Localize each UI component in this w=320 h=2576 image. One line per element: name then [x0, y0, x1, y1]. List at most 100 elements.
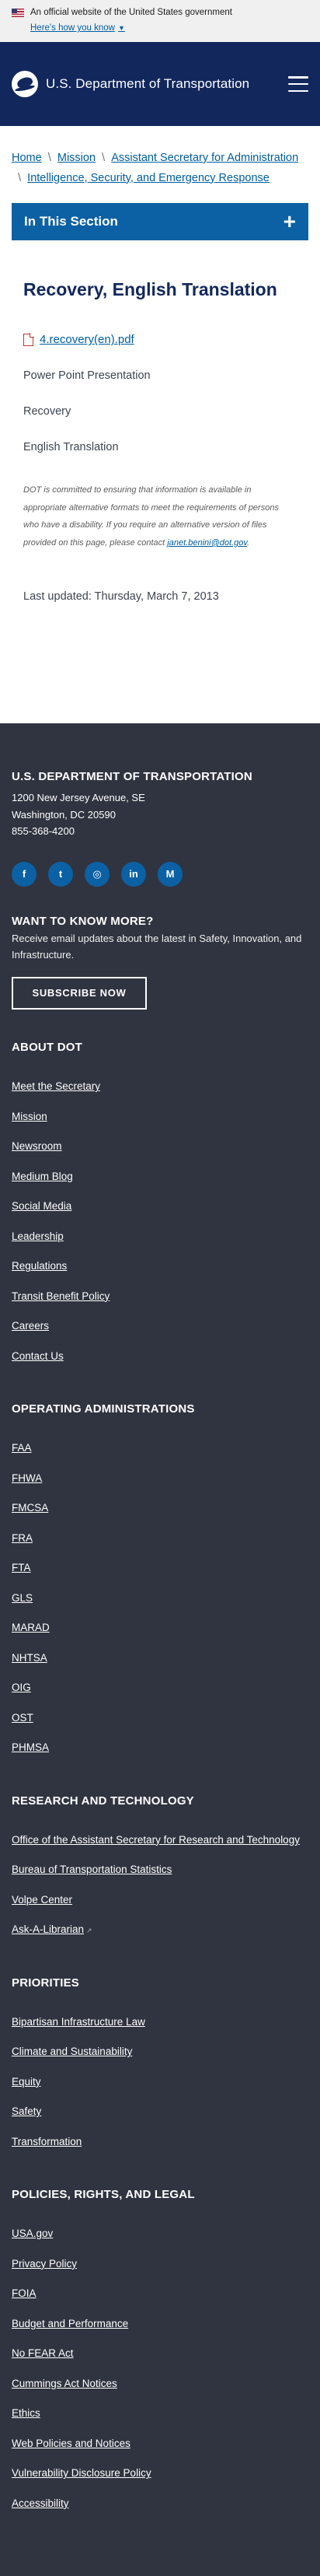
footer-link-item: Volpe Center — [12, 1885, 308, 1916]
footer-link[interactable]: FRA — [12, 1532, 33, 1544]
footer-link[interactable]: Ask-A-Librarian — [12, 1923, 84, 1935]
footer-link-item: Mission — [12, 1102, 308, 1132]
footer-link[interactable]: GLS — [12, 1592, 33, 1604]
footer-link[interactable]: OIG — [12, 1682, 31, 1693]
footer-link[interactable]: Transformation — [12, 2136, 82, 2147]
footer-link-item: Transformation — [12, 2127, 308, 2158]
footer-link-item: FRA — [12, 1524, 308, 1554]
footer-link[interactable]: Bipartisan Infrastructure Law — [12, 2016, 145, 2028]
footer-link-item: FAA — [12, 1433, 308, 1464]
footer-link-item: Transit Benefit Policy — [12, 1282, 308, 1312]
footer-link-item: Contact Us — [12, 1342, 308, 1372]
how-you-know-link[interactable]: Here's how you know ▼ — [30, 23, 125, 33]
footer-link[interactable]: Meet the Secretary — [12, 1080, 100, 1092]
footer-link-item: OST — [12, 1703, 308, 1734]
breadcrumb-mission[interactable]: Mission — [57, 152, 96, 164]
facebook-icon[interactable]: f — [12, 861, 37, 887]
brand[interactable]: U.S. Department of Transportation — [12, 71, 249, 97]
footer-link[interactable]: Climate and Sustainability — [12, 2046, 132, 2057]
breadcrumb: Home \ Mission \ Assistant Secretary for Adm… — [0, 126, 320, 187]
footer-link[interactable]: Newsroom — [12, 1140, 62, 1152]
footer-link-item: OIG — [12, 1673, 308, 1703]
footer-link[interactable]: Budget and Performance — [12, 2318, 128, 2329]
footer-link[interactable]: Privacy Policy — [12, 2258, 77, 2270]
footer-link[interactable]: Accessibility — [12, 2497, 69, 2509]
operating-administrations-section: OPERATING ADMINISTRATIONS FAA FHWA FMCSA… — [12, 1402, 308, 1763]
in-this-section-toggle[interactable]: In This Section + — [12, 203, 308, 241]
footer-link[interactable]: Vulnerability Disclosure Policy — [12, 2467, 151, 2479]
footer-link-item: FMCSA — [12, 1493, 308, 1524]
footer-link[interactable]: Web Policies and Notices — [12, 2438, 130, 2449]
footer-link[interactable]: OST — [12, 1712, 33, 1724]
contact-email-link[interactable]: janet.benini@dot.gov — [167, 538, 247, 548]
priorities-section: PRIORITIES Bipartisan Infrastructure Law… — [12, 1976, 308, 2158]
how-you-know-label: Here's how you know — [30, 23, 115, 33]
footer-link[interactable]: FAA — [12, 1442, 32, 1454]
instagram-icon[interactable]: ◎ — [85, 861, 110, 887]
footer-link[interactable]: Careers — [12, 1320, 49, 1332]
twitter-icon[interactable]: t — [48, 861, 73, 887]
footer-link[interactable]: Bureau of Transportation Statistics — [12, 1864, 172, 1875]
footer-link[interactable]: Transit Benefit Policy — [12, 1290, 110, 1302]
footer-link[interactable]: Equity — [12, 2076, 41, 2088]
footer-link[interactable]: Contact Us — [12, 1350, 64, 1362]
page-title: Recovery, English Translation — [23, 279, 277, 300]
footer-link[interactable]: Social Media — [12, 1200, 71, 1212]
footer-link[interactable]: Regulations — [12, 1260, 67, 1272]
footer-link[interactable]: NHTSA — [12, 1652, 47, 1664]
footer-link[interactable]: USA.gov — [12, 2228, 53, 2239]
footer-link[interactable]: Leadership — [12, 1230, 64, 1242]
footer-link[interactable]: FHWA — [12, 1472, 42, 1484]
research-title: RESEARCH AND TECHNOLOGY — [12, 1794, 194, 1808]
breadcrumb-separator: \ — [18, 170, 22, 184]
medium-icon[interactable]: M — [158, 861, 183, 887]
linkedin-icon[interactable]: in — [121, 861, 146, 887]
footer-link-item: Ethics — [12, 2399, 308, 2429]
gov-banner-text: An official website of the United States… — [30, 8, 232, 17]
pdf-download-link[interactable]: 4.recovery(en).pdf — [40, 333, 134, 346]
footer-link[interactable]: Volpe Center — [12, 1894, 72, 1906]
footer-link[interactable]: Safety — [12, 2105, 41, 2117]
in-this-section-label: In This Section — [24, 214, 118, 229]
priorities-title: PRIORITIES — [12, 1976, 80, 1990]
footer-link-item: MARAD — [12, 1613, 308, 1643]
footer-link-item: FTA — [12, 1553, 308, 1584]
footer-link[interactable]: FTA — [12, 1562, 31, 1573]
footer-link-item: Equity — [12, 2067, 308, 2098]
footer-link[interactable]: FOIA — [12, 2287, 37, 2299]
breadcrumb-intelligence-security[interactable]: Intelligence, Security, and Emergency Re… — [27, 172, 270, 184]
hamburger-line — [288, 82, 308, 86]
footer-link[interactable]: PHMSA — [12, 1741, 49, 1753]
research-technology-section: RESEARCH AND TECHNOLOGY Office of the As… — [12, 1794, 308, 1945]
footer-link[interactable]: Office of the Assistant Secretary for Re… — [12, 1834, 300, 1846]
footer-link[interactable]: Mission — [12, 1111, 47, 1122]
policies-section: POLICIES, RIGHTS, AND LEGAL USA.gov Priv… — [12, 2188, 308, 2518]
category-label: Recovery — [23, 405, 71, 418]
footer-link[interactable]: MARAD — [12, 1622, 50, 1633]
menu-button[interactable] — [288, 76, 308, 92]
breadcrumb-home[interactable]: Home — [12, 152, 42, 164]
footer-link[interactable]: Medium Blog — [12, 1171, 73, 1182]
footer-link[interactable]: Cummings Act Notices — [12, 2378, 117, 2389]
hamburger-line — [288, 89, 308, 92]
subscribe-button[interactable]: SUBSCRIBE NOW — [12, 977, 147, 1010]
footer-link-item: No FEAR Act — [12, 2339, 308, 2369]
breadcrumb-assistant-secretary[interactable]: Assistant Secretary for Administration — [111, 152, 298, 164]
footer-link-item: Cummings Act Notices — [12, 2369, 308, 2399]
footer-address: 1200 New Jersey Avenue, SE Washington, D… — [12, 789, 308, 839]
footer-link[interactable]: Ethics — [12, 2407, 40, 2419]
footer-link-item: NHTSA — [12, 1643, 308, 1674]
footer-link[interactable]: FMCSA — [12, 1502, 48, 1514]
footer-link-item: FHWA — [12, 1464, 308, 1494]
footer-link[interactable]: No FEAR Act — [12, 2347, 74, 2359]
newsletter-block: WANT TO KNOW MORE? Receive email updates… — [12, 915, 308, 1010]
footer-link-item: Ask-A-Librarian ↗ — [12, 1915, 308, 1945]
footer-link-item: Regulations — [12, 1251, 308, 1282]
footer-link-item: Web Policies and Notices — [12, 2429, 308, 2459]
policies-title: POLICIES, RIGHTS, AND LEGAL — [12, 2188, 195, 2202]
footer-link-item: FOIA — [12, 2279, 308, 2309]
footer-link-item: Meet the Secretary — [12, 1072, 308, 1102]
dot-logo-icon — [12, 71, 38, 97]
ops-title: OPERATING ADMINISTRATIONS — [12, 1402, 195, 1416]
site-footer: U.S. DEPARTMENT OF TRANSPORTATION 1200 N… — [0, 723, 320, 2576]
